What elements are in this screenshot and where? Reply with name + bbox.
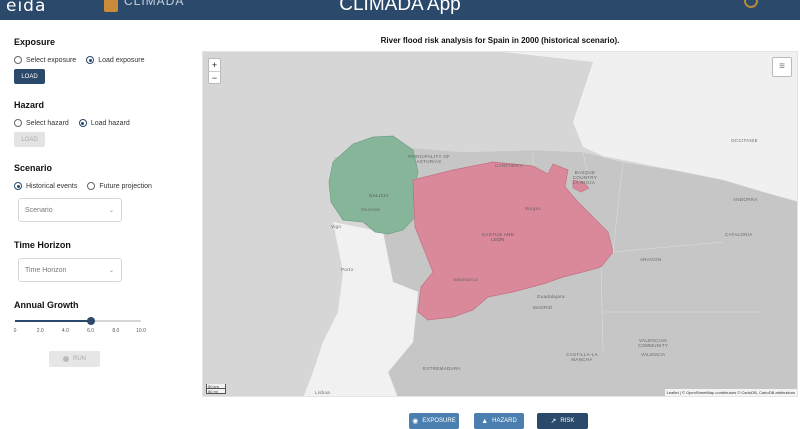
historical-events-radio[interactable] (14, 182, 22, 190)
sidebar: Exposure Select exposure Load exposure L… (0, 20, 200, 426)
map-attribution[interactable]: Leaflet | © OpenStreetMap contributors ©… (664, 389, 797, 396)
load-exposure-button[interactable]: LOAD (14, 69, 45, 84)
label-madrid: MADRID (533, 305, 553, 310)
layers-icon[interactable]: ≡ (772, 57, 792, 77)
zoom-out-button[interactable]: − (209, 71, 220, 83)
slider-fill (15, 320, 91, 322)
select-exposure-label: Select exposure (26, 56, 77, 64)
scenario-radio-group: Historical events Future projection (14, 182, 152, 190)
globe-icon: ◉ (412, 418, 419, 425)
label-cantabria: CANTABRIA (495, 163, 524, 168)
app-header: eida CLIMADA CLIMADA App (0, 0, 800, 20)
exposure-title: Exposure (14, 37, 56, 47)
label-ourense: Ourense (361, 207, 381, 212)
hazard-radio-group: Select hazard Load hazard (14, 119, 130, 127)
label-extremadura: EXTREMADURA (423, 366, 461, 371)
label-rioja: LA RIOJA (573, 180, 596, 185)
zoom-in-button[interactable]: + (209, 59, 220, 71)
slider-tick-label: 6.0 (87, 328, 95, 334)
load-exposure-radio[interactable] (86, 56, 95, 64)
exposure-radio-group: Select exposure Load exposure (14, 56, 145, 64)
chevron-down-icon: ⌄ (108, 208, 114, 214)
hazard-tab-button[interactable]: ▲ HAZARD (474, 413, 524, 429)
slider-tick-label: 2.0 (36, 328, 44, 334)
zoom-control: + − (208, 58, 221, 84)
annual-growth-slider[interactable] (15, 317, 141, 325)
hazard-tab-label: HAZARD (492, 418, 517, 424)
run-button-label: RUN (73, 356, 86, 362)
trend-icon: ↗ (550, 418, 557, 425)
map-canvas (203, 52, 797, 396)
label-salamanca: Salamanca (453, 277, 479, 282)
run-button[interactable]: RUN (49, 351, 100, 367)
play-icon (63, 356, 69, 362)
select-hazard-label: Select hazard (26, 119, 69, 127)
warning-icon: ▲ (481, 417, 489, 425)
slider-tick-label: 10.0 (136, 328, 146, 334)
map-title: River flood risk analysis for Spain in 2… (380, 36, 620, 45)
slider-tick-label: 8.0 (112, 328, 120, 334)
slider-handle[interactable] (86, 317, 95, 325)
label-burgos: Burgos (525, 206, 542, 211)
slider-tick-label: 0 (13, 328, 17, 334)
label-castilla-mancha: CASTILLA-LA MANCHA (566, 352, 598, 362)
scale-mi: 50 mi (206, 389, 226, 394)
risk-tab-button[interactable]: ↗ RISK (537, 413, 588, 429)
label-aragon: ARAGON (640, 257, 662, 262)
time-horizon-title: Time Horizon (14, 240, 71, 250)
select-hazard-radio[interactable] (14, 119, 22, 127)
historical-events-label: Historical events (26, 182, 78, 190)
hazard-title: Hazard (14, 100, 45, 110)
label-vigo: Vigo (331, 224, 342, 229)
select-exposure-radio[interactable] (14, 56, 22, 64)
slider-tick-label: 4.0 (61, 328, 69, 334)
label-occitanie: OCCITANIE (731, 138, 758, 143)
label-galicia: GALICIA (369, 193, 389, 198)
slider-tick-labels: 0 2.0 4.0 6.0 8.0 10.0 (10, 328, 150, 338)
app-title: CLIMADA App (339, 0, 461, 15)
label-asturias: PRINCIPALITY OF ASTURIAS (407, 154, 451, 164)
label-valencia: VALENCIA (641, 352, 666, 357)
map-view[interactable]: PRINCIPALITY OF ASTURIAS CANTABRIA BASQU… (202, 51, 798, 397)
label-lisboa: Lisboa (315, 390, 331, 395)
scenario-select[interactable]: Scenario ⌄ (18, 198, 122, 222)
label-porto: Porto (341, 267, 354, 272)
scenario-title: Scenario (14, 163, 53, 173)
label-basque: BASQUE COUNTRY (572, 170, 598, 180)
exposure-tab-button[interactable]: ◉ EXPOSURE (409, 413, 459, 429)
load-hazard-button[interactable]: LOAD (14, 132, 45, 147)
scenario-select-placeholder: Scenario (25, 206, 53, 214)
future-projection-label: Future projection (99, 182, 152, 190)
risk-tab-label: RISK (560, 418, 575, 424)
annual-growth-title: Annual Growth (14, 300, 79, 310)
label-guadalajara: Guadalajara (537, 294, 565, 299)
map-scale: 50 km 50 mi (206, 384, 226, 394)
label-andorra: ANDORRA (733, 197, 758, 202)
time-horizon-select[interactable]: Time Horizon ⌄ (18, 258, 122, 282)
label-castile-leon: CASTILE AND LEÓN (481, 232, 515, 242)
label-catalonia: CATALONIA (725, 232, 753, 237)
load-exposure-label: Load exposure (98, 56, 145, 64)
time-horizon-select-placeholder: Time Horizon (25, 266, 67, 274)
label-valencian: VALENCIAN COMMUNITY (637, 338, 669, 348)
exposure-tab-label: EXPOSURE (422, 418, 456, 424)
load-hazard-label: Load hazard (90, 119, 130, 127)
future-projection-radio[interactable] (87, 182, 96, 190)
chevron-down-icon: ⌄ (108, 268, 114, 274)
load-hazard-radio[interactable] (78, 119, 87, 127)
